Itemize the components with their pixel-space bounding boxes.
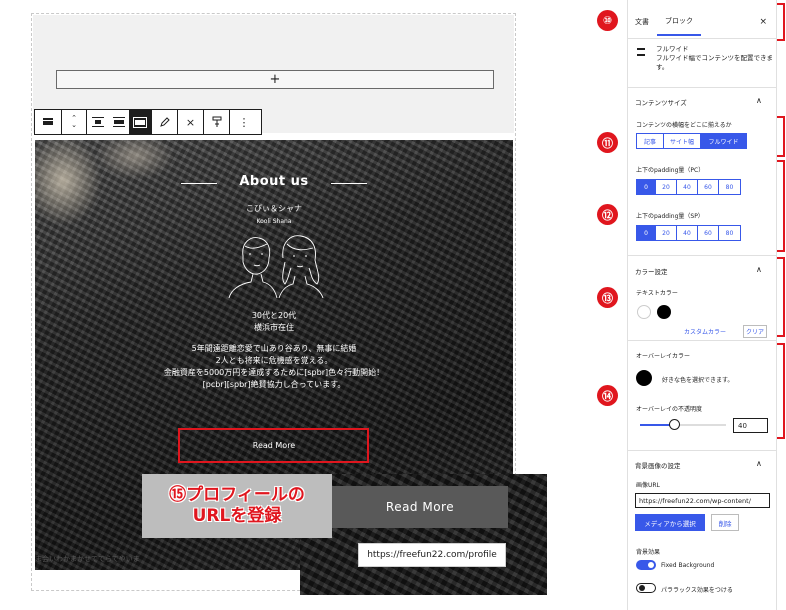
opacity-number-input[interactable]: 40: [733, 418, 768, 433]
block-appender-button[interactable]: +: [56, 70, 494, 89]
callout-label: ⑮プロフィールの URLを登録: [142, 474, 332, 538]
divider: [627, 87, 777, 88]
title-line-right: [331, 183, 367, 184]
move-down-icon[interactable]: ⌄: [71, 122, 77, 129]
names-jp: こびぃ＆シャナ: [246, 204, 302, 213]
annotation-13: ⑬: [597, 287, 618, 308]
sidebar-tabs: 文書 ブロック ×: [627, 8, 777, 36]
block-title: フルワイド: [656, 45, 689, 53]
parallax-toggle[interactable]: [636, 583, 656, 593]
content-size-segmented: 記事 サイト幅 フルワイド: [636, 133, 747, 149]
padding-pc-60[interactable]: 60: [698, 180, 719, 194]
clear-color-button[interactable]: クリア: [743, 325, 768, 338]
zoom-preview: Read More https://freefun22.com/profile: [300, 474, 547, 595]
text-color-label: テキストカラー: [636, 290, 678, 297]
align-center-icon[interactable]: [87, 110, 108, 134]
overlay-hint: 好きな色を選択できます。: [662, 377, 734, 384]
caption-text[interactable]: ま会いわかまかせてでらでやいま: [35, 554, 305, 564]
padding-pc-segmented: 0 20 40 60 80: [636, 179, 741, 195]
image-url-label: 画像URL: [636, 482, 660, 489]
close-icon[interactable]: ×: [759, 17, 767, 27]
padding-sp-segmented: 0 20 40 60 80: [636, 225, 741, 241]
opacity-slider-track[interactable]: [640, 424, 726, 426]
format-icon[interactable]: [204, 110, 229, 134]
couple-illustration-icon[interactable]: [225, 232, 325, 298]
content-size-title[interactable]: コンテンツサイズ: [635, 97, 687, 107]
content-size-option-article[interactable]: 記事: [637, 134, 664, 148]
color-settings-title[interactable]: カラー設定: [635, 266, 668, 276]
chevron-up-icon[interactable]: ∧: [756, 96, 762, 105]
age-location-text[interactable]: 30代と20代 横浜市在住: [35, 310, 513, 334]
names-text[interactable]: こびぃ＆シャナ Kooli Shana: [35, 202, 513, 228]
align-full-icon[interactable]: [129, 110, 151, 134]
padding-sp-label: 上下のpadding量（SP）: [636, 213, 704, 220]
clear-x-icon[interactable]: ×: [178, 110, 203, 134]
divider: [627, 255, 777, 256]
annotation-11: ⑪: [597, 132, 618, 153]
divider: [627, 450, 777, 451]
zoom-link-url[interactable]: https://freefun22.com/profile: [358, 543, 506, 567]
highlight-read-more: [178, 428, 369, 463]
block-toolbar: ⌃ ⌄ × ⋮: [34, 109, 262, 135]
fixed-background-label: Fixed Background: [661, 562, 715, 569]
tab-document[interactable]: 文書: [627, 8, 657, 36]
parallax-label: パララックス効果をつける: [661, 587, 733, 594]
image-url-input[interactable]: https://freefun22.com/wp-content/: [635, 493, 770, 508]
bio-line: 5年間遠距離恋愛で山あり谷あり、無事に結婚: [191, 344, 357, 353]
content-size-option-site[interactable]: サイト幅: [664, 134, 701, 148]
overlay-color-label: オーバーレイカラー: [636, 353, 690, 360]
divider: [627, 340, 777, 341]
chevron-up-icon[interactable]: ∧: [756, 265, 762, 274]
bio-text[interactable]: 5年間遠距離恋愛で山あり谷あり、無事に結婚 2人とも将来に危機感を覚える。 金融…: [35, 343, 513, 391]
callout-line1: ⑮プロフィールの: [169, 485, 305, 505]
block-description: フルワイド幅でコンテンツを配置できます。: [656, 54, 773, 71]
background-image-title[interactable]: 背景画像の設定: [635, 460, 681, 470]
background-effect-label: 背景効果: [636, 549, 661, 556]
toggle-knob: [639, 585, 645, 591]
select-media-button[interactable]: メディアから選択: [635, 514, 705, 531]
names-en: Kooli Shana: [256, 218, 292, 225]
cover-block-icon[interactable]: [35, 110, 61, 134]
color-swatch-white[interactable]: [637, 305, 651, 319]
bio-line: 2人とも将来に危機感を覚える。: [215, 356, 333, 365]
padding-pc-40[interactable]: 40: [677, 180, 698, 194]
more-options-icon[interactable]: ⋮: [230, 110, 258, 134]
custom-color-link[interactable]: カスタムカラー: [684, 327, 726, 336]
fixed-background-toggle[interactable]: [636, 560, 656, 570]
padding-sp-40[interactable]: 40: [677, 226, 698, 240]
age-text: 30代と20代: [251, 311, 297, 320]
cover-block-icon: [637, 48, 645, 56]
padding-sp-20[interactable]: 20: [656, 226, 677, 240]
content-size-question: コンテンツの横幅をどこに揃えるか: [636, 122, 732, 129]
about-title[interactable]: About us: [35, 174, 513, 189]
padding-pc-label: 上下のpadding量（PC）: [636, 167, 705, 174]
annotation-14: ⑭: [597, 385, 618, 406]
padding-pc-80[interactable]: 80: [719, 180, 740, 194]
location-text: 横浜市在住: [254, 323, 294, 332]
padding-sp-0[interactable]: 0: [637, 226, 656, 240]
bio-line: 金融資産を5000万円を達成するために[spbr]色々行動開始！: [163, 368, 385, 377]
padding-sp-80[interactable]: 80: [719, 226, 740, 240]
padding-pc-20[interactable]: 20: [656, 180, 677, 194]
edit-pencil-icon[interactable]: [152, 110, 177, 134]
tab-block[interactable]: ブロック: [657, 8, 701, 36]
divider: [627, 38, 777, 39]
toggle-knob: [648, 562, 654, 568]
content-size-option-full[interactable]: フルワイド: [701, 134, 746, 148]
zoom-read-more-button[interactable]: Read More: [332, 486, 508, 528]
overlay-color-swatch[interactable]: [636, 370, 652, 386]
padding-sp-60[interactable]: 60: [698, 226, 719, 240]
bio-line: [pcbr][spbr]絶賛協力し合っています。: [202, 380, 346, 389]
delete-image-button[interactable]: 削除: [711, 514, 739, 531]
color-swatch-black[interactable]: [657, 305, 671, 319]
padding-pc-0[interactable]: 0: [637, 180, 656, 194]
chevron-up-icon[interactable]: ∧: [756, 459, 762, 468]
align-wide-icon[interactable]: [108, 110, 129, 134]
annotation-12: ⑫: [597, 204, 618, 225]
overlay-opacity-label: オーバーレイの不透明度: [636, 406, 702, 413]
annotation-10: ⑩: [597, 10, 618, 31]
callout-line2: URLを登録: [192, 506, 282, 526]
move-arrows-icon[interactable]: ⌃ ⌄: [62, 110, 86, 134]
